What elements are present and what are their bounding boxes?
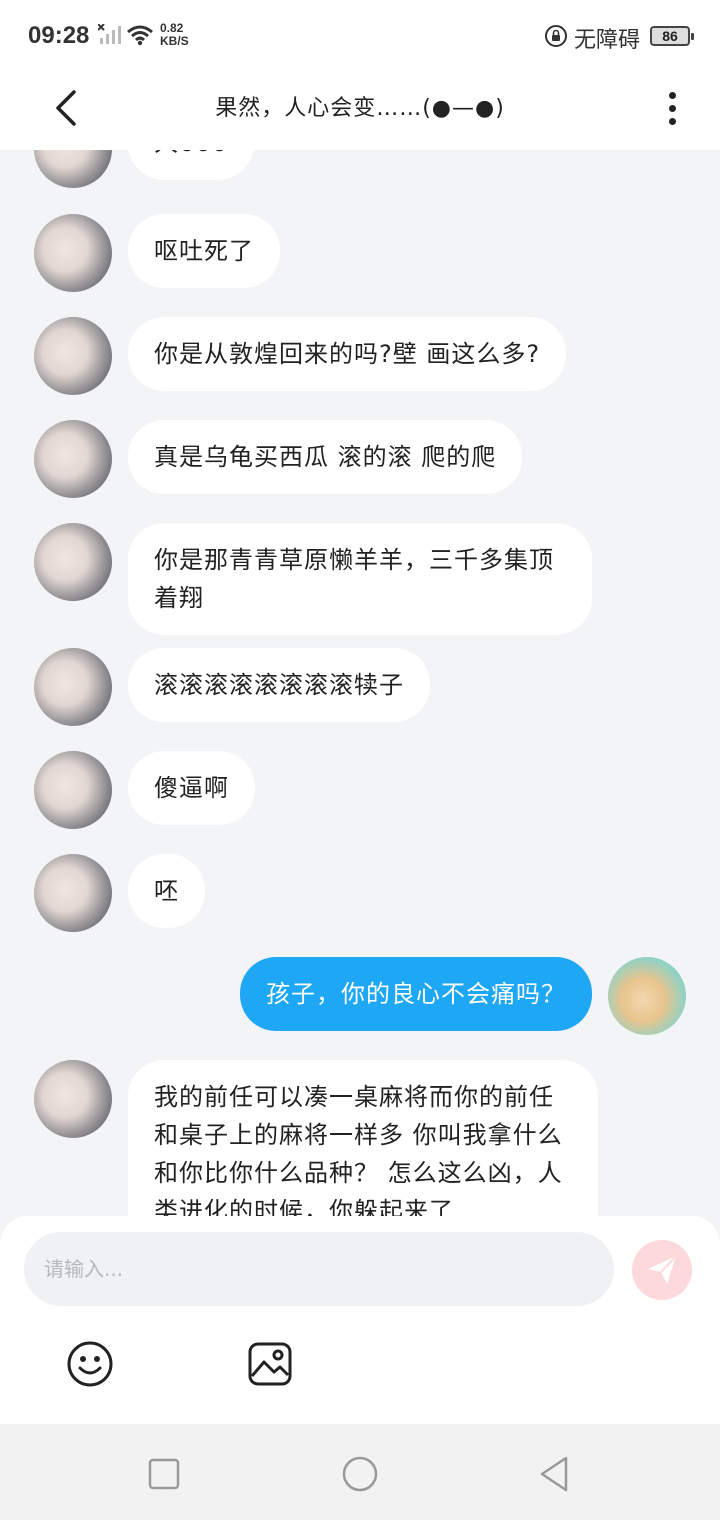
status-bar: 09:28 0.82 KB/S 无障碍 86 xyxy=(0,0,720,72)
message-bubble[interactable]: 人666 xyxy=(128,150,254,180)
chevron-left-icon xyxy=(56,90,76,126)
more-vertical-icon xyxy=(668,91,676,99)
chat-header: 果然，人心会变……(●—●) xyxy=(0,72,720,150)
net-speed: 0.82 KB/S xyxy=(160,22,189,48)
image-icon[interactable] xyxy=(246,1340,294,1388)
net-speed-value: 0.82 xyxy=(160,21,184,35)
contact-avatar[interactable] xyxy=(34,648,112,726)
battery-indicator: 86 xyxy=(650,26,694,46)
contact-avatar[interactable] xyxy=(34,854,112,932)
square-icon[interactable] xyxy=(144,1454,184,1494)
send-button[interactable] xyxy=(632,1240,692,1300)
triangle-back-icon[interactable] xyxy=(536,1454,576,1494)
contact-avatar[interactable] xyxy=(34,751,112,829)
contact-avatar[interactable] xyxy=(34,1060,112,1138)
composer xyxy=(0,1216,720,1424)
system-nav-bar xyxy=(0,1424,720,1520)
wifi-icon xyxy=(127,25,153,46)
circle-icon[interactable] xyxy=(340,1454,380,1494)
message-input[interactable] xyxy=(24,1232,614,1306)
contact-avatar[interactable] xyxy=(34,420,112,498)
message-bubble[interactable]: 你是那青青草原懒羊羊，三千多集顶着翔 xyxy=(128,523,592,635)
accessibility-label: 无障碍 xyxy=(574,28,641,53)
back-button[interactable] xyxy=(44,80,88,136)
contact-avatar[interactable] xyxy=(34,317,112,395)
signal-icon xyxy=(98,24,121,44)
chat-title: 果然，人心会变……(●—●) xyxy=(215,96,505,121)
net-speed-unit: KB/S xyxy=(160,34,189,48)
contact-avatar[interactable] xyxy=(34,523,112,601)
message-bubble[interactable]: 你是从敦煌回来的吗?壁 画这么多? xyxy=(128,317,567,391)
message-bubble[interactable]: 真是乌龟买西瓜 滚的滚 爬的爬 xyxy=(128,420,523,494)
contact-avatar[interactable] xyxy=(34,214,112,292)
more-dot xyxy=(668,117,676,125)
message-bubble[interactable]: 我的前任可以凑一桌麻将而你的前任和桌子上的麻将一样多 你叫我拿什么和你比你什么品… xyxy=(128,1060,598,1216)
my-avatar[interactable] xyxy=(608,957,686,1035)
smiley-icon[interactable] xyxy=(66,1340,114,1388)
paper-plane-icon xyxy=(648,1255,677,1284)
message-bubble[interactable]: 呕吐死了 xyxy=(128,214,280,288)
lock-icon xyxy=(545,25,567,47)
my-message-bubble[interactable]: 孩子，你的良心不会痛吗？ xyxy=(240,957,592,1031)
more-dot xyxy=(668,104,676,112)
message-list[interactable]: 人666 呕吐死了 你是从敦煌回来的吗?壁 画这么多? 真是乌龟买西瓜 滚的滚 … xyxy=(0,150,720,1216)
contact-avatar[interactable] xyxy=(34,150,112,188)
message-bubble[interactable]: 傻逼啊 xyxy=(128,751,255,825)
more-options-button[interactable] xyxy=(650,80,694,136)
status-time: 09:28 xyxy=(28,22,90,49)
message-bubble[interactable]: 呸 xyxy=(128,854,205,928)
message-bubble[interactable]: 滚滚滚滚滚滚滚滚犊子 xyxy=(128,648,430,722)
